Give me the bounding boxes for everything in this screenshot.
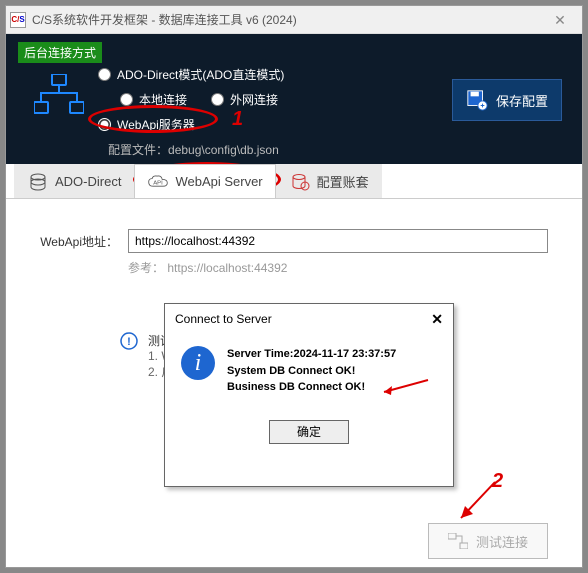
webapi-address-label: WebApi地址：: [30, 233, 118, 250]
radio-remote[interactable]: 外网连接: [211, 91, 278, 108]
radio-local-label: 本地连接: [139, 91, 187, 108]
annotation-number-1: 1: [232, 108, 243, 131]
dialog-message: Server Time:2024-11-17 23:37:57 System D…: [227, 346, 396, 396]
test-connection-button[interactable]: 测试连接: [428, 523, 548, 559]
tab-webapi-server[interactable]: API WebApi Server: [134, 164, 275, 198]
dialog-line2: System DB Connect OK!: [227, 363, 396, 380]
dialog-line3: Business DB Connect OK!: [227, 379, 396, 396]
database-icon: [27, 173, 49, 191]
dialog-title-text: Connect to Server: [175, 312, 431, 326]
close-icon[interactable]: ✕: [542, 6, 578, 34]
save-icon: [466, 89, 488, 111]
tab-accounts-label: 配置账套: [317, 172, 369, 191]
mode-badge: 后台连接方式: [18, 42, 102, 63]
dialog-titlebar[interactable]: Connect to Server ✕: [165, 304, 453, 334]
test-connection-label: 测试连接: [476, 532, 528, 551]
app-icon: C/S: [10, 12, 26, 28]
api-cloud-icon: API: [147, 173, 169, 191]
svg-text:!: !: [127, 336, 131, 348]
config-file-path: debug\config\db.json: [168, 143, 279, 157]
radio-group: ADO-Direct模式(ADO直连模式) 本地连接 外网连接 WebApi服务…: [98, 66, 284, 158]
dialog-line1-label: Server Time:: [227, 348, 293, 360]
connect-dialog: Connect to Server ✕ i Server Time:2024-1…: [164, 303, 454, 487]
radio-remote-label: 外网连接: [230, 91, 278, 108]
tab-bar: ADO-Direct API WebApi Server 配置账套: [6, 164, 582, 199]
dialog-info-icon: i: [181, 346, 215, 380]
window-title: C/S系统软件开发框架 - 数据库连接工具 v6 (2024): [32, 11, 542, 28]
annotation-number-2: 2: [492, 470, 503, 493]
dialog-line1-time: 2024-11-17 23:37:57: [293, 348, 396, 360]
config-file-line: 配置文件：debug\config\db.json: [108, 141, 284, 158]
config-file-label: 配置文件：: [108, 143, 168, 157]
titlebar[interactable]: C/S C/S系统软件开发框架 - 数据库连接工具 v6 (2024) ✕: [6, 6, 582, 34]
tab-ado-label: ADO-Direct: [55, 174, 121, 189]
radio-ado-label: ADO-Direct模式(ADO直连模式): [117, 66, 284, 83]
tab-accounts[interactable]: 配置账套: [276, 164, 382, 198]
svg-text:API: API: [154, 180, 164, 186]
network-diagram-icon: [34, 74, 84, 118]
radio-webapi[interactable]: WebApi服务器: [98, 116, 284, 133]
dialog-ok-button[interactable]: 确定: [269, 420, 349, 444]
info-icon: !: [120, 332, 138, 350]
link-icon: [448, 533, 468, 549]
hint-url: https://localhost:44392: [167, 261, 287, 275]
radio-webapi-label: WebApi服务器: [117, 116, 195, 133]
webapi-address-input[interactable]: [128, 229, 548, 253]
save-config-label: 保存配置: [496, 91, 548, 110]
tab-ado-direct[interactable]: ADO-Direct: [14, 164, 134, 198]
tab-webapi-label: WebApi Server: [175, 174, 262, 189]
radio-ado-direct[interactable]: ADO-Direct模式(ADO直连模式): [98, 66, 284, 83]
dialog-close-icon[interactable]: ✕: [431, 311, 443, 328]
connection-mode-panel: 后台连接方式 ADO-Direct模式(ADO直连模式) 本地连接 外网连接: [6, 34, 582, 164]
radio-local[interactable]: 本地连接: [120, 91, 187, 108]
database-gear-icon: [289, 173, 311, 191]
save-config-button[interactable]: 保存配置: [452, 79, 562, 121]
hint-prefix: 参考：: [128, 261, 164, 275]
address-hint: 参考： https://localhost:44392: [128, 259, 558, 276]
